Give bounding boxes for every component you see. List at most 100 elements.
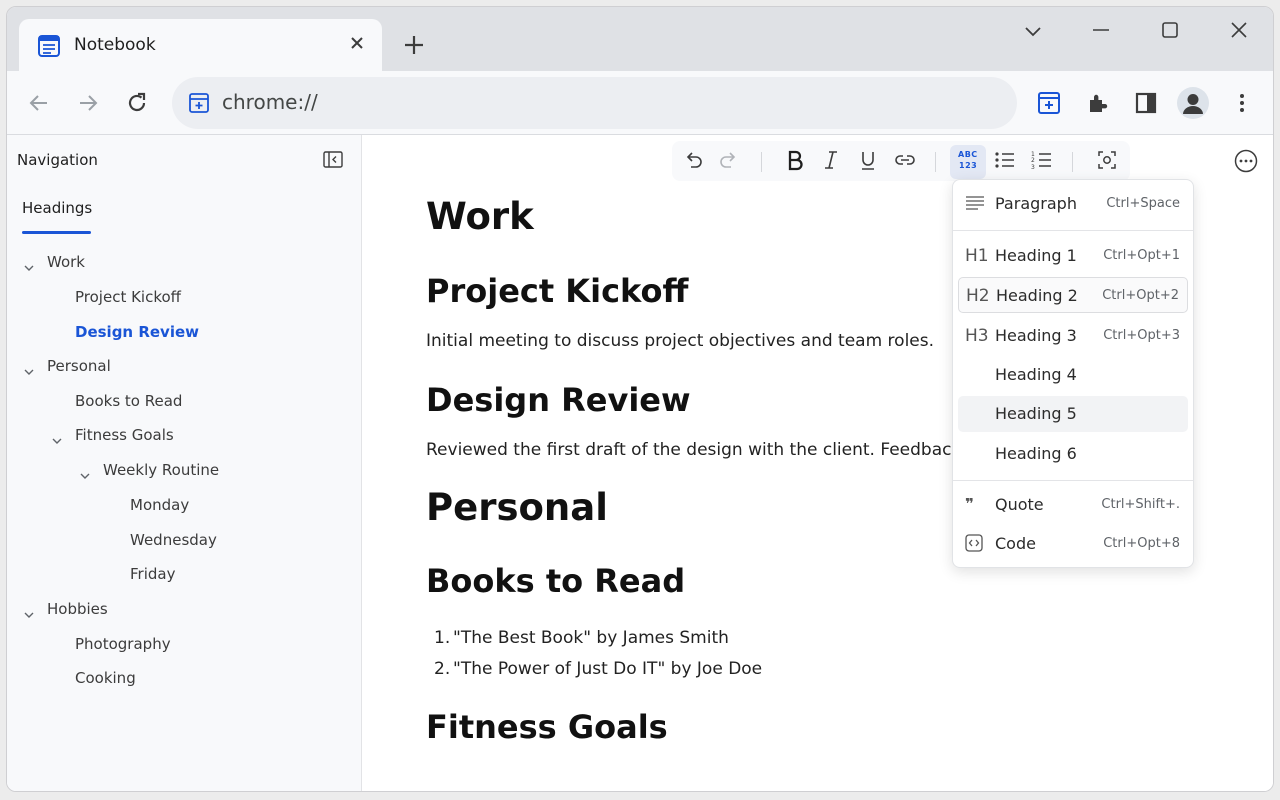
menu-item-heading-5[interactable]: Heading 5 xyxy=(958,396,1188,432)
menu-item-shortcut: Ctrl+Opt+3 xyxy=(1103,328,1180,343)
bold-icon[interactable] xyxy=(784,149,806,175)
menu-item-shortcut: Ctrl+Space xyxy=(1106,196,1180,211)
menu-item-heading-3[interactable]: H3 Heading 3 Ctrl+Opt+3 xyxy=(958,318,1188,354)
list-item[interactable]: "The Power of Just Do IT" by Joe Doe xyxy=(453,659,762,679)
list-number: 2. xyxy=(434,659,451,679)
tab-title: Notebook xyxy=(74,35,156,55)
formatting-toolbar: ABC 123 123 xyxy=(672,141,1130,181)
paragraph-kickoff[interactable]: Initial meeting to discuss project objec… xyxy=(426,331,934,351)
address-text: chrome:// xyxy=(222,90,318,114)
menu-item-label: Quote xyxy=(995,495,1044,514)
menu-item-heading-2[interactable]: H2 Heading 2 Ctrl+Opt+2 xyxy=(958,277,1188,313)
menu-item-shortcut: Ctrl+Shift+. xyxy=(1101,497,1180,512)
sidebar-item-weekly-routine[interactable]: Weekly Routine xyxy=(103,461,219,479)
browser-tab[interactable]: Notebook xyxy=(19,19,382,71)
block-type-glyph-top: ABC xyxy=(958,150,978,159)
more-menu-icon[interactable] xyxy=(1230,91,1254,119)
sidebar-item-friday[interactable]: Friday xyxy=(130,565,175,583)
side-panel-icon[interactable] xyxy=(1134,91,1158,119)
reload-icon[interactable] xyxy=(125,91,149,119)
svg-text:2: 2 xyxy=(1031,157,1035,164)
chevron-down-icon[interactable] xyxy=(23,363,35,382)
menu-item-quote[interactable]: ❞ Quote Ctrl+Shift+. xyxy=(958,487,1188,523)
undo-icon[interactable] xyxy=(682,149,704,175)
bullet-list-icon[interactable] xyxy=(993,149,1017,175)
block-type-button[interactable]: ABC 123 xyxy=(950,145,986,179)
sidebar-item-personal[interactable]: Personal xyxy=(47,357,111,375)
redo-icon[interactable] xyxy=(718,149,740,175)
chevron-down-icon[interactable] xyxy=(23,606,35,625)
sidebar-item-work[interactable]: Work xyxy=(47,253,85,271)
menu-divider xyxy=(953,480,1193,481)
extensions-icon[interactable] xyxy=(1086,91,1110,119)
heading-personal[interactable]: Personal xyxy=(426,486,608,529)
browser-window: Notebook chrome:// Navigation Headings W… xyxy=(6,6,1274,792)
collapse-sidebar-icon[interactable] xyxy=(323,151,343,173)
site-info-icon[interactable] xyxy=(188,92,210,118)
sidebar-item-photography[interactable]: Photography xyxy=(75,635,171,653)
chevron-down-icon[interactable] xyxy=(23,259,35,278)
browser-toolbar: chrome:// xyxy=(7,71,1273,135)
close-tab-icon[interactable] xyxy=(348,34,366,56)
menu-item-shortcut: Ctrl+Opt+8 xyxy=(1103,536,1180,551)
menu-item-label: Heading 6 xyxy=(995,444,1077,463)
maximize-icon[interactable] xyxy=(1160,21,1180,45)
new-tab-icon[interactable] xyxy=(403,34,425,60)
heading-fitness-goals[interactable]: Fitness Goals xyxy=(426,708,668,746)
tab-search-icon[interactable] xyxy=(1023,21,1043,45)
tab-headings[interactable]: Headings xyxy=(22,199,92,217)
menu-item-paragraph[interactable]: Paragraph Ctrl+Space xyxy=(958,186,1188,222)
sidebar-item-design-review[interactable]: Design Review xyxy=(75,323,199,341)
address-bar[interactable]: chrome:// xyxy=(172,77,1017,129)
heading-1-icon: H1 xyxy=(965,246,989,266)
screenshot-icon[interactable] xyxy=(1096,149,1118,175)
menu-item-shortcut: Ctrl+Opt+2 xyxy=(1102,288,1179,303)
sidebar-item-fitness-goals[interactable]: Fitness Goals xyxy=(75,426,174,444)
menu-item-heading-6[interactable]: Heading 6 xyxy=(958,436,1188,472)
svg-text:3: 3 xyxy=(1031,164,1035,171)
sidebar-item-cooking[interactable]: Cooking xyxy=(75,669,136,687)
minimize-icon[interactable] xyxy=(1091,21,1111,45)
chevron-down-icon[interactable] xyxy=(79,467,91,486)
quote-icon: ❞ xyxy=(965,495,974,513)
more-options-icon[interactable] xyxy=(1234,149,1258,177)
italic-icon[interactable] xyxy=(820,149,842,175)
link-icon[interactable] xyxy=(893,149,917,175)
menu-item-label: Paragraph xyxy=(995,194,1077,213)
block-type-glyph-bottom: 123 xyxy=(959,161,978,170)
profile-avatar[interactable] xyxy=(1177,87,1209,119)
menu-item-label: Heading 1 xyxy=(995,246,1077,265)
menu-item-label: Heading 2 xyxy=(996,286,1078,305)
forward-icon[interactable] xyxy=(76,91,100,119)
menu-item-code[interactable]: Code Ctrl+Opt+8 xyxy=(958,526,1188,562)
back-icon[interactable] xyxy=(27,91,51,119)
sidebar-item-monday[interactable]: Monday xyxy=(130,496,189,514)
menu-item-heading-4[interactable]: Heading 4 xyxy=(958,357,1188,393)
heading-project-kickoff[interactable]: Project Kickoff xyxy=(426,272,688,310)
underline-icon[interactable] xyxy=(857,149,879,175)
sidebar-item-hobbies[interactable]: Hobbies xyxy=(47,600,108,618)
chevron-down-icon[interactable] xyxy=(51,432,63,451)
heading-design-review[interactable]: Design Review xyxy=(426,381,691,419)
heading-2-icon: H2 xyxy=(966,286,990,306)
code-icon xyxy=(965,534,983,557)
numbered-list-icon[interactable]: 123 xyxy=(1030,149,1054,175)
toolbar-divider xyxy=(1072,152,1073,172)
sidebar-item-books-to-read[interactable]: Books to Read xyxy=(75,392,182,410)
sidebar-item-project-kickoff[interactable]: Project Kickoff xyxy=(75,288,181,306)
toolbar-divider xyxy=(935,152,936,172)
sidebar-item-wednesday[interactable]: Wednesday xyxy=(130,531,217,549)
menu-item-heading-1[interactable]: H1 Heading 1 Ctrl+Opt+1 xyxy=(958,238,1188,274)
menu-item-label: Heading 4 xyxy=(995,365,1077,384)
paragraph-icon xyxy=(965,194,985,215)
paragraph-design-review[interactable]: Reviewed the first draft of the design w… xyxy=(426,440,1006,460)
heading-books-to-read[interactable]: Books to Read xyxy=(426,562,685,600)
menu-divider xyxy=(953,230,1193,231)
list-item[interactable]: "The Best Book" by James Smith xyxy=(453,628,729,648)
close-window-icon[interactable] xyxy=(1229,21,1249,45)
notebook-icon xyxy=(37,34,61,62)
heading-work[interactable]: Work xyxy=(426,195,534,238)
list-number: 1. xyxy=(434,628,451,648)
navigation-sidebar: Navigation Headings Work Project Kickoff… xyxy=(7,135,362,791)
side-panel-app-icon[interactable] xyxy=(1037,91,1061,119)
